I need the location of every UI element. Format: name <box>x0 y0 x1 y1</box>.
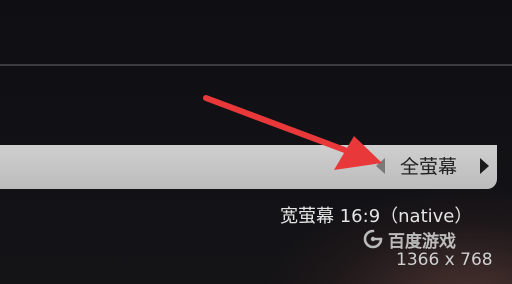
screen-resolution-label: 1366 x 768 <box>396 250 493 270</box>
display-mode-value: 全萤幕 <box>400 156 458 178</box>
top-divider <box>0 64 512 66</box>
next-option-arrow-icon[interactable] <box>480 158 489 174</box>
baidu-logo-icon <box>363 229 383 249</box>
watermark-text: 百度游戏 <box>388 231 456 252</box>
baidu-games-watermark: 百度游戏 <box>362 226 456 252</box>
aspect-ratio-info: 宽萤幕 16:9（native） <box>280 206 473 227</box>
previous-option-arrow-icon[interactable] <box>376 158 385 174</box>
